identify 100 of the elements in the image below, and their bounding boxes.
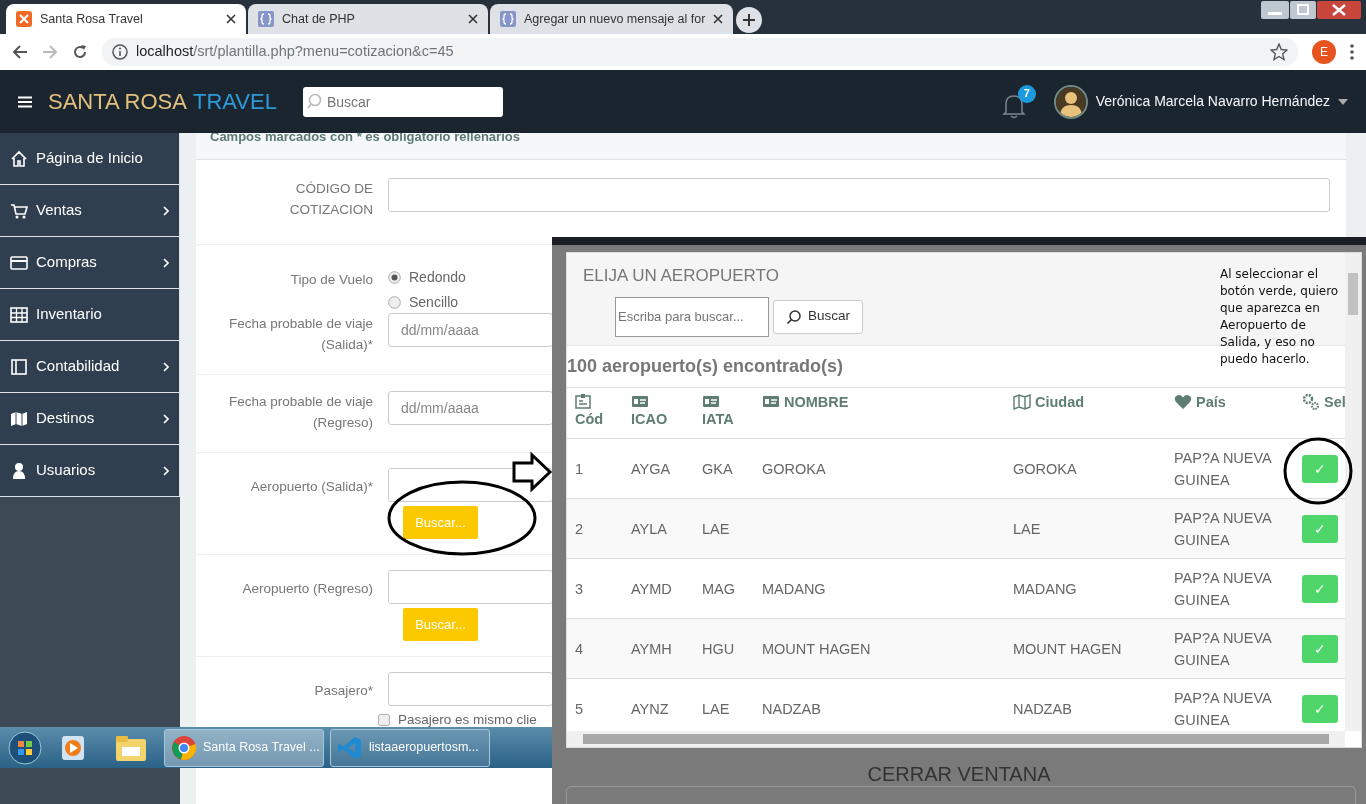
sidebar-item[interactable]: Destinos: [0, 393, 180, 445]
table-cell-text: MADANG: [762, 579, 826, 599]
home-icon: [10, 149, 28, 168]
tab-title: Santa Rosa Travel: [40, 10, 144, 28]
map-icon: [1013, 393, 1031, 411]
close-window-link[interactable]: CERRAR VENTANA: [552, 759, 1366, 789]
close-icon[interactable]: [713, 14, 724, 24]
table-cell-text: 3: [575, 579, 584, 599]
profile-avatar[interactable]: E: [1312, 40, 1336, 64]
search-field[interactable]: Escriba para buscar...: [615, 296, 769, 337]
vertical-scrollbar[interactable]: [1345, 253, 1361, 731]
star-icon[interactable]: [1270, 43, 1288, 61]
outline-arrow: [512, 451, 553, 493]
brand-name[interactable]: SANTA ROSA: [48, 85, 187, 118]
browser-tab[interactable]: Agregar un nuevo mensaje al for: [490, 4, 734, 34]
bell-icon[interactable]: [1001, 92, 1026, 119]
field-label: CÓDIGO DE COTIZACION: [288, 180, 373, 219]
back-icon[interactable]: [12, 44, 28, 60]
radio-label[interactable]: Sencillo: [409, 292, 459, 313]
browser-tab[interactable]: Santa Rosa Travel: [6, 4, 246, 34]
app-logo-icon: [16, 11, 32, 27]
table-cell-text: NADZAB: [1013, 699, 1072, 719]
column-header[interactable]: País: [1196, 393, 1226, 411]
column-header[interactable]: NOMBRE: [784, 393, 849, 411]
field-label: Pasajero*: [314, 682, 373, 700]
map-icon: [10, 409, 28, 428]
sidebar-item[interactable]: Inventario: [0, 289, 180, 341]
field-label: Aeropuerto (Salida)*: [250, 478, 373, 496]
reload-icon[interactable]: [72, 44, 88, 60]
search-field[interactable]: Buscar: [302, 86, 503, 117]
sidebar-item[interactable]: Ventas: [0, 185, 180, 237]
tab-title: Agregar un nuevo mensaje al for: [524, 10, 706, 28]
table-cell-text: 2: [575, 519, 584, 539]
menu-icon[interactable]: [18, 95, 32, 108]
table-cell-text: MAG: [702, 579, 736, 599]
column-header[interactable]: IATA: [702, 411, 734, 427]
gears-icon: [1302, 393, 1320, 411]
popup-title: ELIJA UN AEROPUERTO: [583, 265, 779, 287]
column-header[interactable]: Cód: [575, 411, 604, 427]
table-cell-text: HGU: [702, 639, 735, 659]
user-avatar[interactable]: [1053, 84, 1088, 119]
tab-title: Chat de PHP: [282, 10, 356, 28]
sidebar-item[interactable]: Página de Inicio: [0, 133, 180, 185]
taskbar-button[interactable]: listaaeropuertosm...: [330, 728, 490, 767]
annotation-note: Al seleccionar el botón verde, quiero que aparezca en Aeropuerto de Salida, y eso no puedo hacerlo.: [1220, 266, 1340, 368]
column-header[interactable]: ICAO: [631, 411, 668, 427]
checkbox-label[interactable]: Pasajero es mismo clie: [398, 710, 537, 731]
radio-icon[interactable]: [388, 296, 401, 309]
caret-icon[interactable]: [1338, 98, 1348, 105]
column-header[interactable]: Sel: [1324, 393, 1345, 411]
window-controls-icon[interactable]: [1260, 0, 1362, 22]
date-field[interactable]: dd/mm/aaaa: [388, 313, 553, 347]
sidebar-item[interactable]: Usuarios: [0, 445, 180, 497]
browser-tab[interactable]: Chat de PHP: [248, 4, 488, 34]
table-cell-text: GOROKA: [762, 459, 826, 479]
table-cell-text: GKA: [702, 459, 733, 479]
table-cell-text: AYLA: [631, 519, 667, 539]
window-icon: [10, 357, 28, 376]
address-field[interactable]: localhost/srt/plantilla.php?menu=cotizacion&c=45: [102, 38, 1298, 66]
table-cell-text: PAP?A NUEVA GUINEA: [1174, 508, 1273, 550]
horizontal-scrollbar[interactable]: [567, 731, 1345, 747]
search-icon: [786, 308, 802, 325]
sidebar-item[interactable]: Contabilidad: [0, 341, 180, 393]
table-cell-text: AYNZ: [631, 699, 669, 719]
table-icon: [10, 305, 28, 324]
search-button[interactable]: Buscar: [773, 299, 864, 334]
table-row[interactable]: 2 AYLA LAE LAE PAP?A NUEVA GUINEA ✓: [567, 499, 1345, 559]
braces-icon: [258, 11, 274, 27]
start-orb-icon[interactable]: [8, 730, 42, 765]
checkbox-icon[interactable]: [378, 714, 390, 727]
new-tab-icon[interactable]: [735, 6, 764, 34]
table-cell-text: 5: [575, 699, 584, 719]
radio-selected-icon[interactable]: [388, 271, 401, 284]
radio-label[interactable]: Redondo: [409, 267, 466, 288]
highlight-circle: [1283, 437, 1353, 505]
more-icon[interactable]: [1350, 44, 1354, 60]
cart-icon: [10, 201, 28, 220]
close-icon[interactable]: [468, 14, 478, 24]
close-icon[interactable]: [226, 14, 236, 24]
input-field[interactable]: [388, 570, 553, 604]
user-name[interactable]: Verónica Marcela Navarro Hernández: [1095, 91, 1330, 112]
date-field[interactable]: dd/mm/aaaa: [388, 391, 553, 425]
notification-count: 7: [1017, 84, 1036, 103]
sidebar-item[interactable]: Compras: [0, 237, 180, 289]
table-cell-text: LAE: [702, 699, 730, 719]
user-icon: [10, 461, 28, 480]
table-cell-text: 1: [575, 459, 584, 479]
code-editor-icon: [337, 734, 363, 761]
table-cell-text: AYMD: [631, 579, 672, 599]
field-label: Aeropuerto (Regreso): [242, 580, 373, 598]
brand-name[interactable]: TRAVEL: [192, 85, 277, 118]
heart-icon: [1174, 393, 1192, 411]
table-cell-text: NADZAB: [762, 699, 821, 719]
input-field[interactable]: [388, 178, 1330, 212]
table-cell-text: LAE: [1013, 519, 1041, 539]
input-field[interactable]: [388, 672, 553, 706]
credit-card-icon: [10, 253, 28, 272]
url-text: localhost/srt/plantilla.php?menu=cotizacion&c=45: [136, 42, 454, 62]
table-row[interactable]: 4 AYMH HGU MOUNT HAGEN MOUNT HAGEN PAP?A NUEVA GUINEA ✓: [567, 619, 1345, 679]
column-header[interactable]: Ciudad: [1035, 393, 1085, 411]
